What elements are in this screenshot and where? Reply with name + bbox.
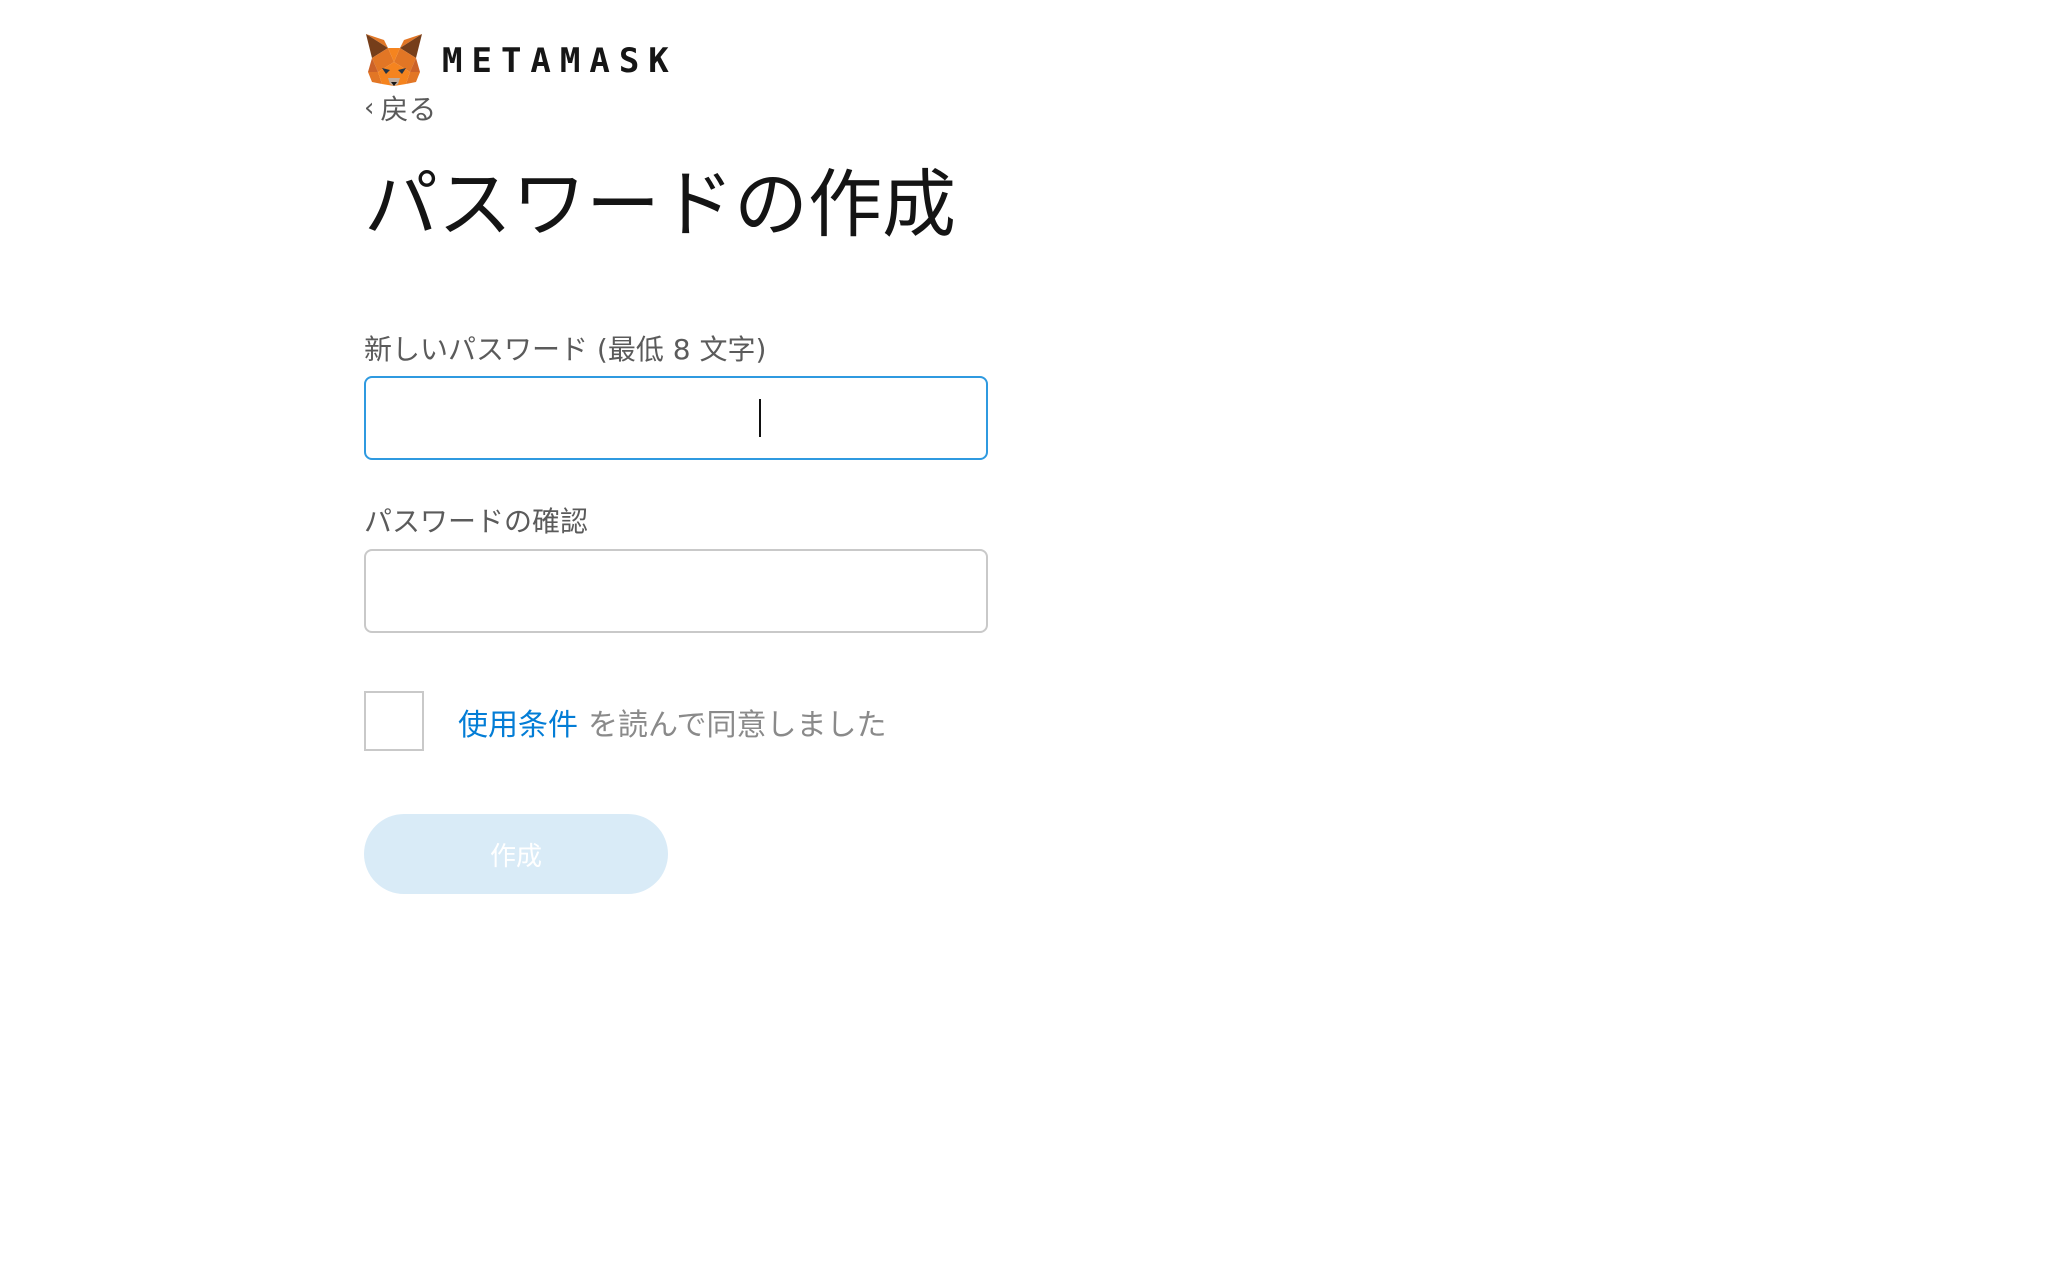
- brand-header: METAMASK: [364, 32, 678, 90]
- terms-agreement-label: を読んで同意しました: [588, 708, 887, 743]
- back-link[interactable]: ‹ 戻る: [364, 88, 436, 128]
- metamask-wordmark: METAMASK: [442, 41, 678, 81]
- confirm-password-label: パスワードの確認: [364, 505, 589, 538]
- back-link-label: 戻る: [380, 93, 437, 126]
- page-title: パスワードの作成: [364, 162, 956, 248]
- chevron-left-icon: ‹: [364, 93, 375, 123]
- terms-checkbox[interactable]: [364, 691, 424, 751]
- text-cursor: [759, 399, 761, 437]
- metamask-fox-icon: [366, 34, 422, 86]
- terms-of-use-link[interactable]: 使用条件: [458, 708, 578, 743]
- confirm-password-input[interactable]: [364, 549, 988, 633]
- new-password-label: 新しいパスワード (最低 8 文字): [364, 333, 767, 366]
- terms-agreement-text: 使用条件 を読んで同意しました: [458, 700, 887, 744]
- new-password-input[interactable]: [364, 376, 988, 460]
- create-button[interactable]: 作成: [364, 814, 668, 894]
